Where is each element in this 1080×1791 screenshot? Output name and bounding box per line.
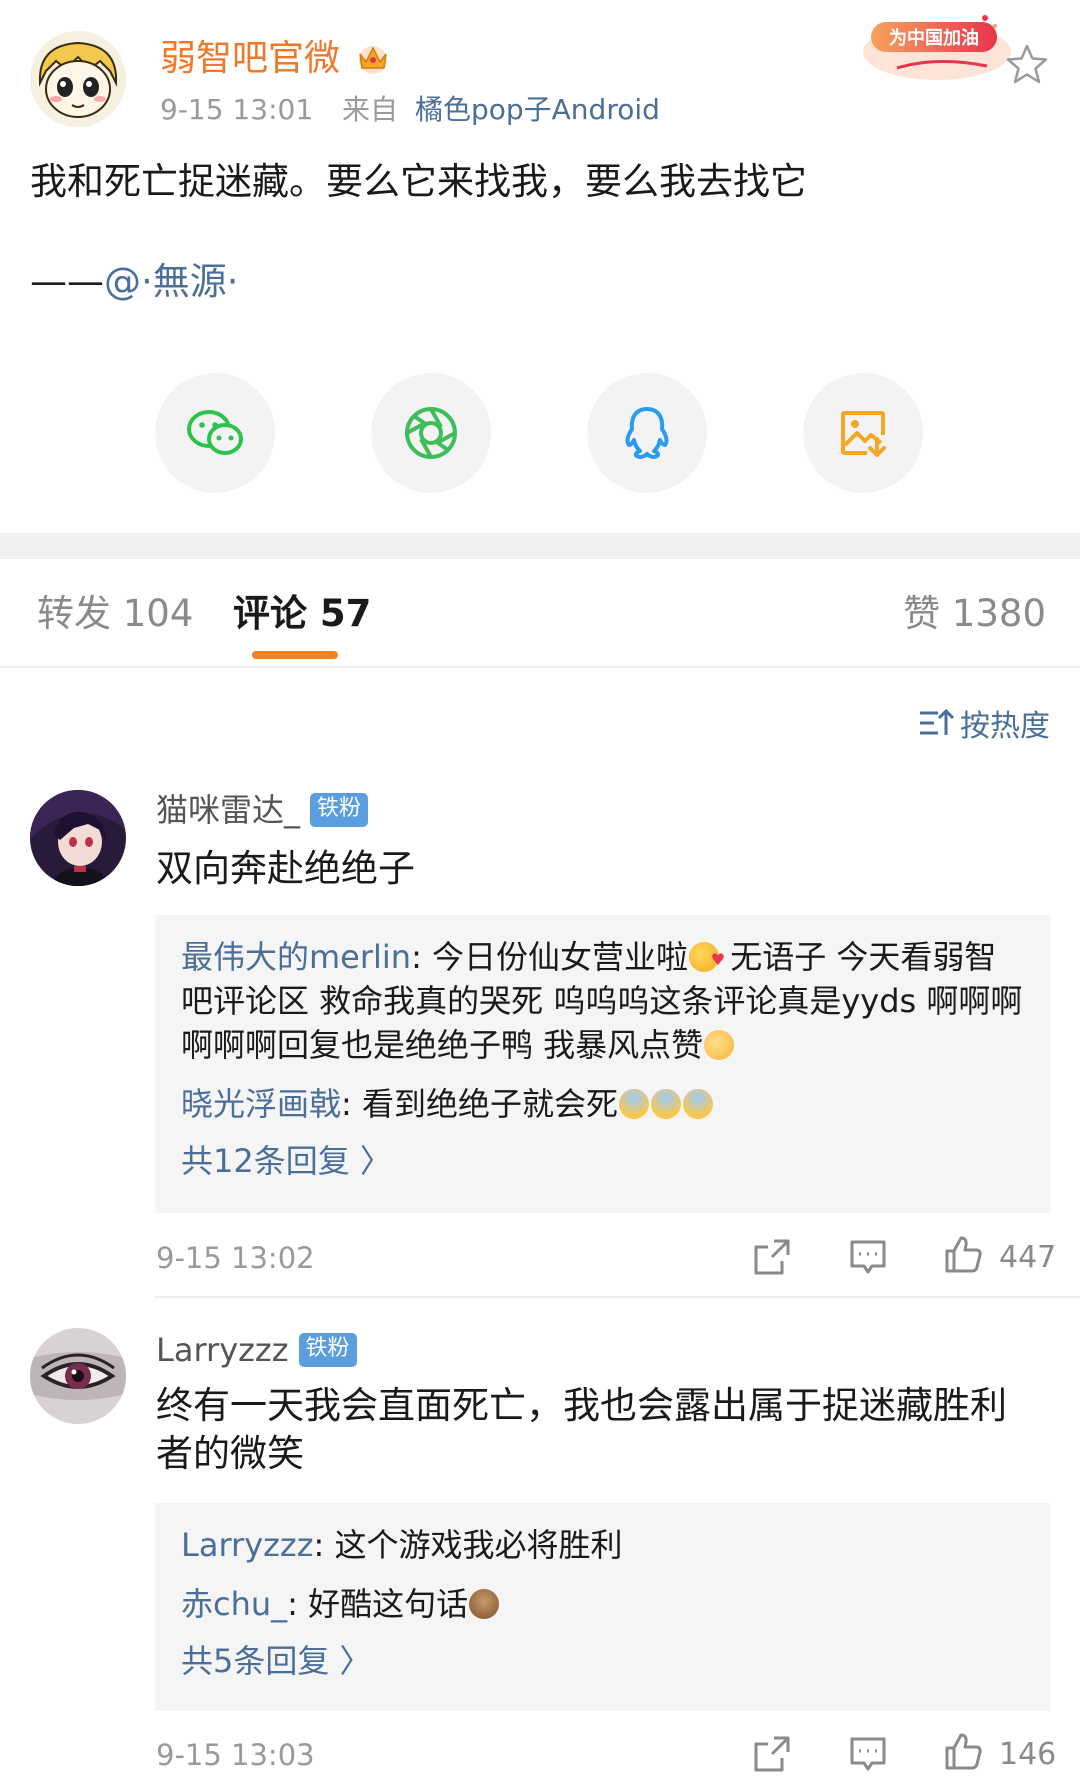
share-save-image-button[interactable]	[803, 373, 923, 493]
qq-icon	[625, 407, 669, 459]
post-meta: 9-15 13:01 来自 橘色pop子Android	[160, 92, 660, 128]
save-image-icon	[841, 411, 886, 457]
tab-divider	[0, 666, 1080, 668]
reply-item: 最伟大的merlin: 今日份仙女营业啦 无语子 今天看弱智吧评论区 救命我真的…	[181, 935, 1025, 1067]
reply-text: : 今日份仙女营业啦	[411, 938, 689, 976]
repost-icon[interactable]	[752, 1734, 792, 1774]
see-no-evil-monkey-emoji-icon	[469, 1589, 500, 1619]
post-header: 弱智吧官微 9-15 13:01 来自 橘色pop子Android 为中国加油	[0, 0, 1080, 140]
attribution-dash: ——	[30, 260, 104, 303]
repost-icon[interactable]	[752, 1237, 792, 1277]
sort-icon	[920, 708, 954, 735]
tab-comments[interactable]: 评论 57	[233, 588, 371, 640]
author-avatar[interactable]	[30, 31, 126, 127]
active-tab-indicator	[252, 651, 338, 659]
comment-divider	[155, 1296, 1080, 1298]
reply-item: 晓光浮画戟: 看到绝绝子就会死	[181, 1082, 1025, 1126]
comment-time: 9-15 13:02	[156, 1241, 315, 1275]
fan-badge: 铁粉	[298, 1333, 357, 1367]
reply-item: Larryzzz: 这个游戏我必将胜利	[181, 1523, 1025, 1567]
scream-emoji-icon	[682, 1089, 713, 1119]
post-time: 9-15 13:01	[160, 93, 314, 126]
attribution-mention[interactable]: @·無源·	[104, 260, 239, 303]
like-icon[interactable]	[943, 1234, 983, 1274]
section-gap	[0, 533, 1080, 559]
moments-icon	[405, 407, 457, 459]
tab-reposts[interactable]: 转发 104	[37, 588, 193, 640]
post-attribution: ——@·無源·	[30, 256, 239, 308]
share-wechat-button[interactable]	[155, 373, 275, 493]
tab-likes[interactable]: 赞 1380	[903, 588, 1046, 640]
source-prefix: 来自	[342, 93, 399, 126]
reply-preview-box[interactable]: Larryzzz: 这个游戏我必将胜利 赤chu_: 好酷这句话 共5条回复 〉	[155, 1503, 1051, 1711]
reply-author[interactable]: 赤chu_	[181, 1585, 287, 1623]
like-count: 146	[999, 1737, 1057, 1772]
commenter-username[interactable]: Larryzzz	[156, 1328, 289, 1372]
reply-text: : 好酷这句话	[287, 1585, 469, 1623]
reply-preview-box[interactable]: 最伟大的merlin: 今日份仙女营业啦 无语子 今天看弱智吧评论区 救命我真的…	[155, 915, 1051, 1213]
shy-emoji-icon	[704, 1030, 735, 1060]
reply-item: 赤chu_: 好酷这句话	[181, 1582, 1025, 1626]
comment-text: 双向奔赴绝绝子	[156, 847, 415, 890]
post-text: 我和死亡捉迷藏。要么它来找我，要么我去找它	[30, 160, 807, 203]
comment-time: 9-15 13:03	[156, 1738, 315, 1772]
fan-badge: 铁粉	[310, 793, 369, 827]
commenter-name[interactable]: Larryzzz 铁粉	[156, 1328, 357, 1372]
sort-by-hot-button[interactable]: 按热度	[918, 700, 1050, 746]
reply-author[interactable]: 晓光浮画戟	[181, 1085, 341, 1123]
crown-badge-icon	[359, 46, 387, 74]
author-name[interactable]: 弱智吧官微	[160, 36, 340, 82]
campaign-badge[interactable]: 为中国加油	[857, 8, 1012, 84]
share-moments-button[interactable]	[371, 373, 491, 493]
reply-author[interactable]: 最伟大的merlin	[181, 938, 411, 976]
reply-icon[interactable]	[848, 1237, 888, 1277]
share-qq-button[interactable]	[587, 373, 707, 493]
comment-text: 终有一天我会直面死亡，我也会露出属于捉迷藏胜利者的微笑	[156, 1384, 1007, 1475]
scream-emoji-icon	[618, 1089, 649, 1119]
view-all-replies-link[interactable]: 共12条回复 〉	[181, 1139, 1025, 1183]
in-love-emoji-icon	[689, 938, 725, 982]
commenter-username[interactable]: 猫咪雷达_	[156, 788, 300, 832]
reply-text: : 看到绝绝子就会死	[341, 1085, 618, 1123]
like-icon[interactable]	[943, 1731, 983, 1771]
wechat-icon	[187, 410, 243, 455]
reply-icon[interactable]	[848, 1734, 888, 1774]
sort-label: 按热度	[960, 709, 1050, 744]
like-count: 447	[999, 1240, 1057, 1275]
commenter-name[interactable]: 猫咪雷达_ 铁粉	[156, 788, 369, 832]
reply-text: : 这个游戏我必将胜利	[313, 1526, 623, 1564]
scream-emoji-icon	[650, 1089, 681, 1119]
reply-author[interactable]: Larryzzz	[181, 1526, 314, 1564]
view-all-replies-link[interactable]: 共5条回复 〉	[181, 1639, 1025, 1683]
source-link[interactable]: 橘色pop子Android	[415, 93, 660, 126]
campaign-badge-label: 为中国加油	[889, 27, 979, 49]
star-icon[interactable]	[1004, 42, 1050, 86]
commenter-avatar[interactable]	[30, 790, 126, 886]
commenter-avatar[interactable]	[30, 1328, 126, 1424]
